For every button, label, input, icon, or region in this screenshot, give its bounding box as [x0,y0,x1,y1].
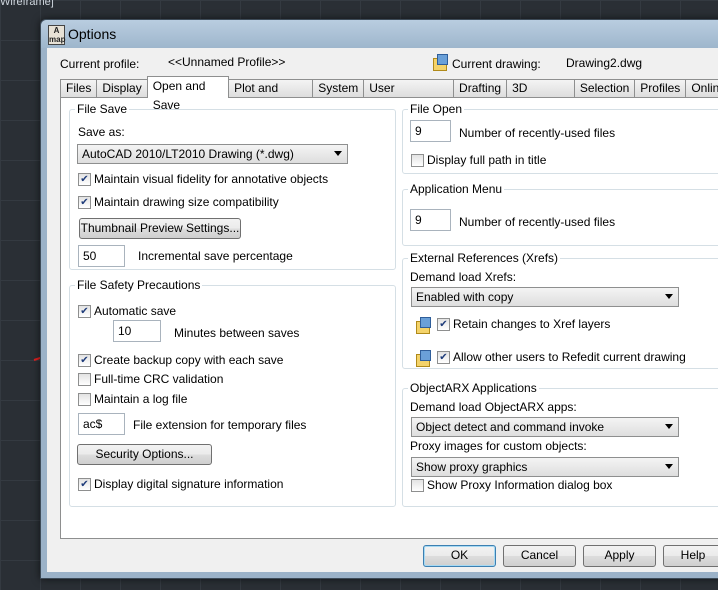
size-compat-checkbox[interactable]: ✔ [78,196,91,209]
dialog-client: Current profile: <<Unnamed Profile>> Cur… [47,48,718,572]
xref-layers-icon [415,317,431,334]
incremental-save-input[interactable]: 50 [78,245,125,267]
tab-user-preferences[interactable]: User Preferences [363,79,455,112]
demand-load-arx-dropdown[interactable]: Object detect and command invoke [411,417,679,437]
log-file-checkbox[interactable] [78,393,91,406]
tab-online[interactable]: Online [685,79,718,98]
demand-load-arx-label: Demand load ObjectARX apps: [410,400,577,414]
digital-signature-checkbox[interactable]: ✔ [78,478,91,491]
tab-3d-modeling[interactable]: 3D Modeling [506,79,575,112]
app-menu-recent-input[interactable]: 9 [410,209,451,231]
proxy-dialog-checkbox[interactable] [411,479,424,492]
tab-page-open-and-save: File Save Save as: AutoCAD 2010/LT2010 D… [60,97,718,539]
backup-copy-label: Create backup copy with each save [94,353,284,367]
proxy-images-label: Proxy images for custom objects: [410,439,587,453]
fidelity-label: Maintain visual fidelity for annotative … [94,172,329,186]
thumbnail-preview-settings-button[interactable]: Thumbnail Preview Settings... [79,218,241,239]
digital-signature-label: Display digital signature information [94,477,284,491]
allow-refedit-checkbox[interactable]: ✔ [437,351,450,364]
file-open-recent-input[interactable]: 9 [410,120,451,142]
temp-file-extension-label: File extension for temporary files [133,418,307,432]
application-menu-legend: Application Menu [410,182,503,196]
tab-files[interactable]: Files [60,79,98,98]
apply-button[interactable]: Apply [583,545,656,567]
tab-selection[interactable]: Selection [573,79,636,98]
tab-display[interactable]: Display [96,79,148,98]
save-as-dropdown[interactable]: AutoCAD 2010/LT2010 Drawing (*.dwg) [77,144,348,164]
demand-load-arx-value: Object detect and command invoke [416,420,605,434]
dialog-title: Options [68,26,117,42]
incremental-save-label: Incremental save percentage [138,249,293,263]
log-file-label: Maintain a log file [94,392,188,406]
current-drawing-label: Current drawing: [452,57,541,71]
temp-file-extension-input[interactable]: ac$ [78,413,125,435]
backup-copy-checkbox[interactable]: ✔ [78,354,91,367]
proxy-images-value: Show proxy graphics [416,460,528,474]
chevron-down-icon [334,151,342,156]
file-open-legend: File Open [410,102,463,116]
retain-xref-layers-label: Retain changes to Xref layers [453,317,611,331]
demand-load-xrefs-label: Demand load Xrefs: [410,270,517,284]
tab-strip: Files Display Open and Save Plot and Pub… [60,76,718,112]
viewport-label: Wireframe] [0,0,54,8]
file-safety-legend: File Safety Precautions [77,278,201,292]
save-as-label: Save as: [78,125,125,139]
title-bar[interactable]: Amap Options [41,20,718,48]
demand-load-xrefs-dropdown[interactable]: Enabled with copy [411,287,679,307]
minutes-between-saves-input[interactable]: 10 [113,320,161,342]
full-path-label: Display full path in title [427,153,547,167]
save-as-dropdown-value: AutoCAD 2010/LT2010 Drawing (*.dwg) [82,147,294,161]
current-profile-label: Current profile: [60,57,140,71]
size-compat-label: Maintain drawing size compatibility [94,195,279,209]
tab-system[interactable]: System [312,79,365,98]
fidelity-checkbox[interactable]: ✔ [78,173,91,186]
tab-profiles[interactable]: Profiles [634,79,687,98]
objectarx-legend: ObjectARX Applications [410,381,537,395]
chevron-down-icon [665,294,673,299]
tab-plot-and-publish[interactable]: Plot and Publish [228,79,314,112]
demand-load-xrefs-value: Enabled with copy [416,290,514,304]
help-button[interactable]: Help [663,545,718,567]
ok-button[interactable]: OK [423,545,496,567]
app-menu-recent-label: Number of recently-used files [459,215,616,229]
xrefs-legend: External References (Xrefs) [410,251,559,265]
tab-drafting[interactable]: Drafting [453,79,508,98]
tab-open-and-save[interactable]: Open and Save [146,76,230,112]
file-save-legend: File Save [77,102,128,116]
security-options-button[interactable]: Security Options... [77,444,212,465]
allow-refedit-label: Allow other users to Refedit current dra… [453,350,686,364]
cancel-button[interactable]: Cancel [503,545,576,567]
minutes-between-saves-label: Minutes between saves [174,326,300,340]
retain-xref-layers-checkbox[interactable]: ✔ [437,318,450,331]
chevron-down-icon [665,424,673,429]
current-drawing-value: Drawing2.dwg [566,56,643,70]
chevron-down-icon [665,464,673,469]
proxy-images-dropdown[interactable]: Show proxy graphics [411,457,679,477]
full-path-checkbox[interactable] [411,154,424,167]
refedit-icon [415,350,431,367]
file-open-recent-label: Number of recently-used files [459,126,616,140]
autocad-app-icon: Amap [48,25,66,45]
crc-validation-checkbox[interactable] [78,373,91,386]
options-dialog: Amap Options Current profile: <<Unnamed … [40,19,718,579]
automatic-save-checkbox[interactable]: ✔ [78,305,91,318]
proxy-dialog-label: Show Proxy Information dialog box [427,478,613,492]
crc-validation-label: Full-time CRC validation [94,372,224,386]
drawing-file-icon [432,54,448,71]
automatic-save-label: Automatic save [94,304,177,318]
current-profile-value: <<Unnamed Profile>> [168,55,286,69]
